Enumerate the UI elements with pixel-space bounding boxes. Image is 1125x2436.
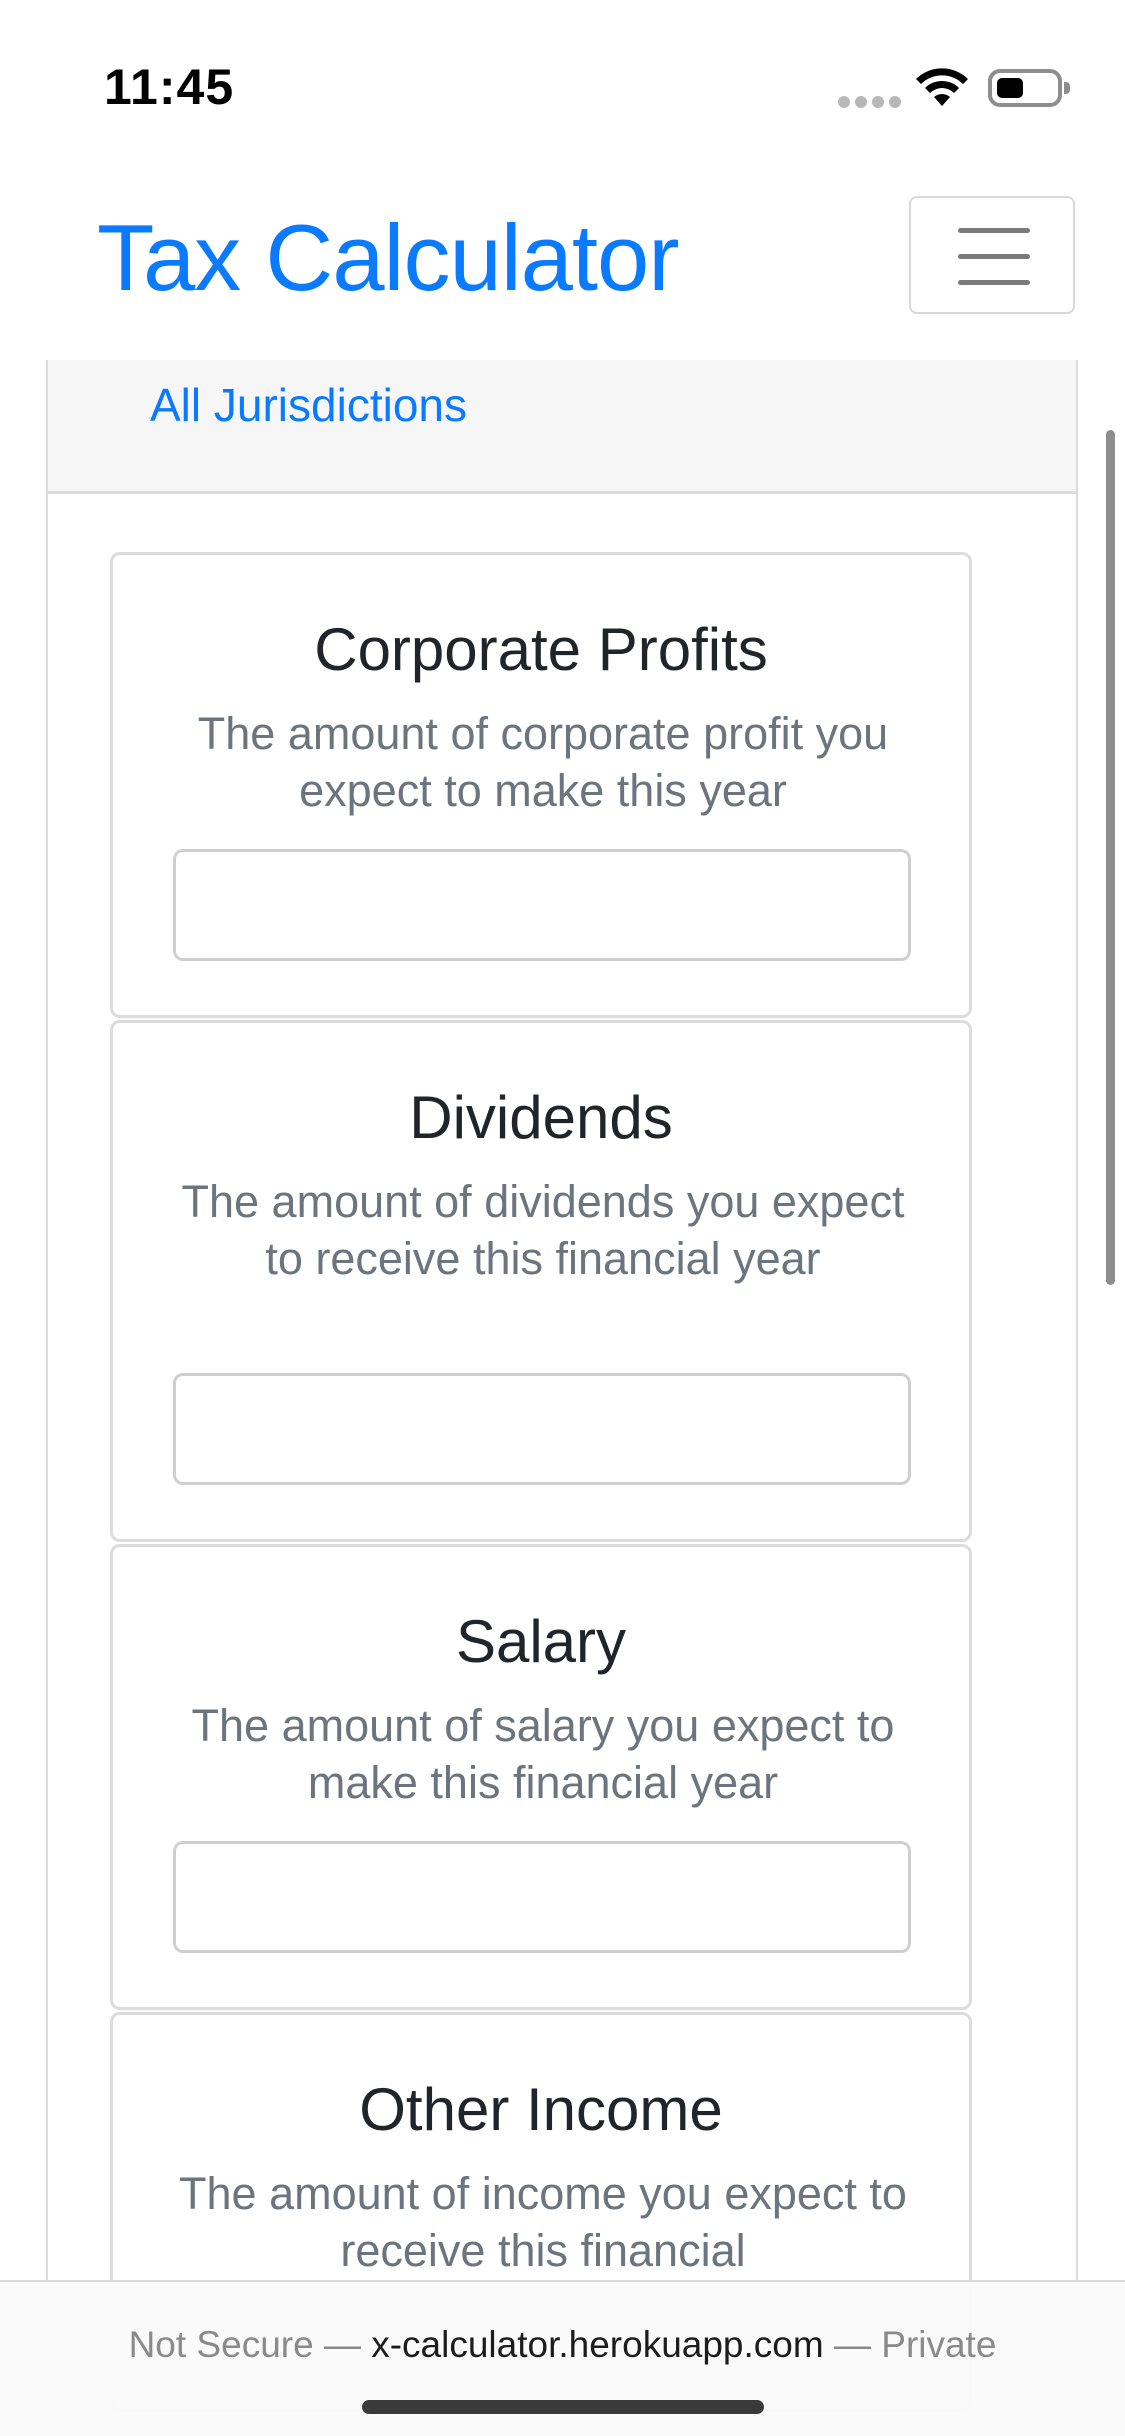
hamburger-menu-icon-bar: [958, 254, 1030, 259]
card-description: The amount of income you expect to recei…: [179, 2168, 907, 2276]
main-content: Corporate Profits The amount of corporat…: [46, 494, 1078, 2412]
card-description: The amount of dividends you expect to re…: [181, 1176, 905, 1284]
card-corporate-profits: Corporate Profits The amount of corporat…: [110, 552, 972, 1018]
dividends-input[interactable]: [173, 1373, 911, 1485]
scrollbar[interactable]: [1106, 430, 1115, 1285]
card-description: The amount of corporate profit you expec…: [197, 708, 889, 816]
nav-link-all-jurisdictions[interactable]: All Jurisdictions: [150, 378, 467, 432]
home-indicator[interactable]: [362, 2400, 764, 2414]
hamburger-menu-icon-bar: [958, 280, 1030, 285]
hamburger-menu-icon: [958, 228, 1030, 233]
card-title: Other Income: [359, 2076, 723, 2143]
corporate-profits-input[interactable]: [173, 849, 911, 961]
url-prefix: Not Secure —: [128, 2324, 372, 2365]
status-time: 11:45: [104, 59, 235, 115]
salary-input[interactable]: [173, 1841, 911, 1953]
nav-menu: All Jurisdictions: [46, 360, 1078, 494]
url-display[interactable]: Not Secure — x-calculator.herokuapp.com …: [0, 2324, 1125, 2366]
screen: 11:45 Tax Calculator All Jurisdictions C…: [0, 0, 1125, 2436]
browser-address-bar[interactable]: Not Secure — x-calculator.herokuapp.com …: [0, 2280, 1125, 2436]
status-bar: 11:45: [0, 0, 1125, 150]
battery-icon: [988, 69, 1070, 107]
card-dividends: Dividends The amount of dividends you ex…: [110, 1020, 972, 1542]
card-title: Salary: [455, 1608, 627, 1675]
url-host: x-calculator.herokuapp.com: [371, 2324, 824, 2365]
card-salary: Salary The amount of salary you expect t…: [110, 1544, 972, 2010]
wifi-icon: [916, 68, 968, 106]
card-title: Dividends: [409, 1084, 673, 1151]
card-description: The amount of salary you expect to make …: [191, 1700, 895, 1808]
menu-toggle-button[interactable]: [909, 196, 1075, 314]
cellular-dots-icon: [838, 96, 902, 108]
brand-title[interactable]: Tax Calculator: [97, 204, 680, 312]
navbar: Tax Calculator: [0, 180, 1125, 360]
card-title: Corporate Profits: [314, 616, 768, 683]
url-suffix: — Private: [823, 2324, 997, 2365]
